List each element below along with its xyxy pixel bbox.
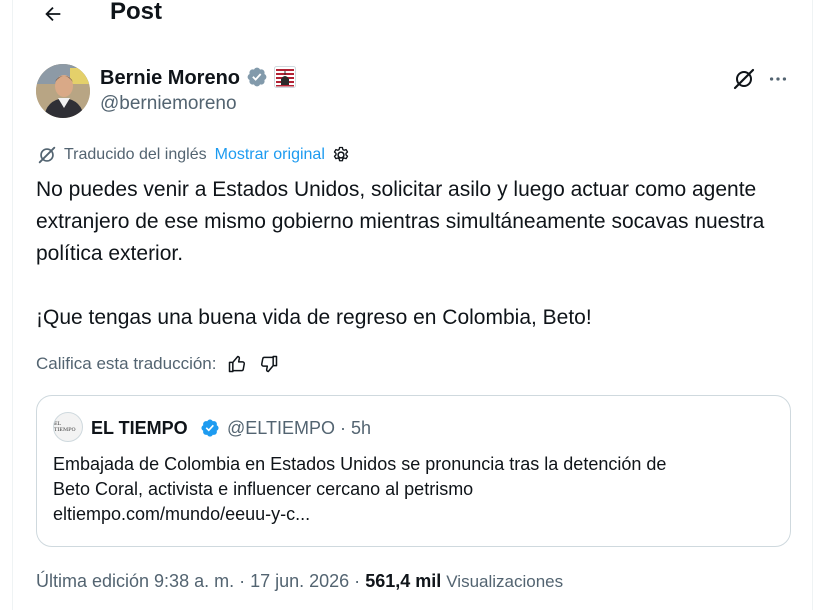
translation-settings-button[interactable] [331, 145, 351, 165]
page-title: Post [110, 0, 163, 25]
tweet-paragraph: No puedes venir a Estados Unidos, solici… [36, 178, 765, 265]
show-original-link[interactable]: Mostrar original [215, 144, 325, 166]
translated-label: Traducido del inglés [64, 146, 207, 163]
meta-separator: · [339, 418, 346, 438]
thumbs-up-icon [229, 355, 246, 373]
quoted-text-line: Embajada de Colombia en Estados Unidos s… [53, 454, 667, 474]
quoted-text-line: Beto Coral, activista e influencer cerca… [53, 479, 474, 499]
rate-translation-label: Califica esta traducción: [36, 354, 217, 373]
thumbs-up-button[interactable] [226, 353, 248, 375]
views-count: 561,4 mil [365, 571, 442, 591]
column-border-right [812, 0, 813, 610]
thumbs-down-button[interactable] [258, 353, 280, 375]
quoted-meta: @ELTIEMPO · 5h [227, 416, 371, 440]
post-header: Post [13, 0, 812, 32]
tweet-paragraph: ¡Que tengas una buena vida de regreso en… [36, 306, 592, 329]
quoted-avatar-logo-text: EL TIEMPO [54, 421, 76, 433]
arrow-left-icon [45, 6, 61, 22]
more-options-button[interactable] [765, 66, 791, 92]
author-name[interactable]: Bernie Moreno [100, 66, 240, 90]
verified-badge-icon[interactable] [246, 66, 268, 88]
post-metadata: Última edición 9:38 a. m. · 17 jun. 2026… [36, 569, 563, 594]
grok-translate-icon [38, 146, 56, 164]
us-capitol-flag-icon[interactable] [274, 66, 296, 88]
thumbs-down-icon [261, 355, 278, 373]
back-button[interactable] [39, 0, 67, 28]
more-horizontal-icon [769, 77, 787, 81]
quoted-timestamp[interactable]: 5h [351, 418, 371, 438]
quoted-author-handle[interactable]: @ELTIEMPO [227, 418, 335, 438]
verified-badge-icon[interactable] [200, 418, 220, 438]
quoted-link[interactable]: eltiempo.com/mundo/eeuu-y-c... [53, 502, 773, 527]
grok-button[interactable] [731, 66, 757, 92]
author-handle[interactable]: @berniemoreno [100, 92, 237, 116]
quoted-tweet-card[interactable]: EL TIEMPO EL TIEMPO @ELTIEMPO · 5h Embaj… [36, 395, 791, 547]
quoted-author-avatar[interactable]: EL TIEMPO [53, 412, 83, 442]
edited-timestamp[interactable]: Última edición 9:38 a. m. · 17 jun. 2026… [36, 571, 360, 591]
translation-bar: Traducido del inglés Mostrar original [36, 144, 351, 166]
views-label: Visualizaciones [446, 572, 564, 591]
quoted-author-name[interactable]: EL TIEMPO [91, 416, 188, 440]
rate-translation-row: Califica esta traducción: [36, 352, 280, 376]
column-border-left [12, 0, 13, 610]
gear-icon [333, 146, 349, 162]
grok-icon [733, 68, 755, 90]
quoted-tweet-text: Embajada de Colombia en Estados Unidos s… [53, 452, 773, 527]
tweet-body: No puedes venir a Estados Unidos, solici… [36, 174, 796, 334]
author-avatar[interactable] [36, 64, 90, 118]
